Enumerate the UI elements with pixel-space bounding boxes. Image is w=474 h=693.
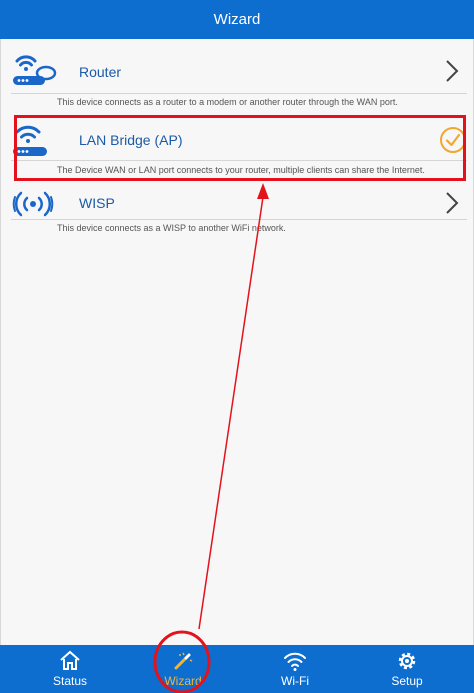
tab-status-label: Status (52, 674, 88, 688)
mode-wisp-title: WISP (79, 195, 115, 211)
gear-icon (398, 652, 416, 670)
chevron-right-icon[interactable] (445, 59, 459, 88)
row-divider (11, 219, 467, 220)
mode-router-description: This device connects as a router to a mo… (57, 97, 398, 107)
router-wifi-cloud-icon (11, 39, 59, 94)
annotation-highlight-box (14, 115, 466, 181)
magic-wand-icon (174, 652, 193, 670)
row-divider (11, 93, 467, 94)
tab-status[interactable]: Status (30, 645, 110, 693)
tab-setup-label: Setup (391, 674, 423, 688)
tab-wizard[interactable]: Wizard (143, 645, 223, 693)
wifi-icon (284, 652, 306, 671)
tab-setup[interactable]: Setup (367, 645, 447, 693)
mode-router-title: Router (79, 64, 122, 80)
tab-wizard-label: Wizard (164, 674, 202, 688)
page-title: Wizard (213, 11, 261, 28)
page-header: Wizard (0, 0, 474, 39)
mode-wisp-description: This device connects as a WISP to anothe… (57, 223, 286, 233)
home-icon (60, 650, 80, 670)
mode-wisp[interactable]: WISP This device connects as a WISP to a… (11, 185, 467, 235)
bottom-tab-bar: Status Wizard Wi-Fi Setup (0, 645, 474, 693)
tab-wifi-label: Wi-Fi (281, 674, 309, 688)
mode-router[interactable]: Router This device connects as a router … (11, 39, 467, 115)
chevron-right-icon[interactable] (445, 191, 459, 220)
tab-wifi[interactable]: Wi-Fi (255, 645, 335, 693)
